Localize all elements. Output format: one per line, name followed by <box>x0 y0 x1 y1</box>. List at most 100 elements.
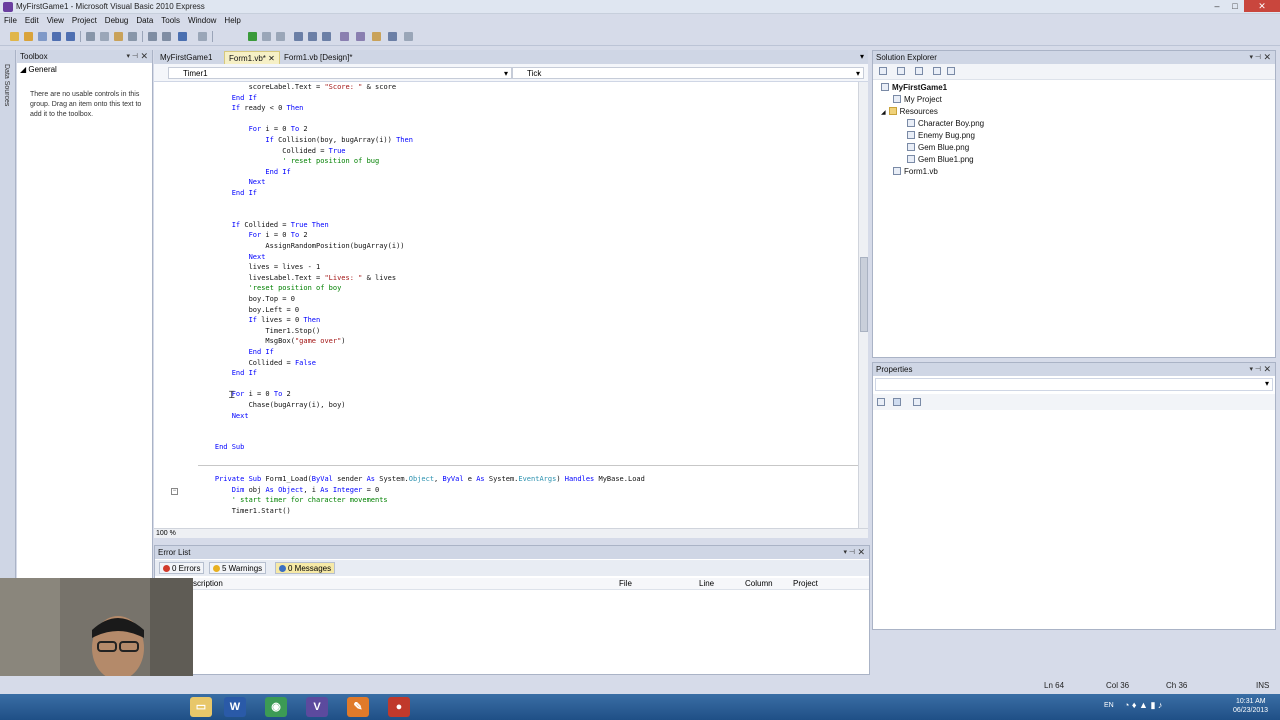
save-all-icon[interactable] <box>66 32 75 41</box>
code-line[interactable]: Timer1.Start() <box>198 506 291 517</box>
code-line[interactable]: If lives = 0 Then <box>198 315 321 326</box>
error-list-icon[interactable] <box>388 32 397 41</box>
menu-debug[interactable]: Debug <box>101 14 133 27</box>
code-editor[interactable]: scoreLabel.Text = "Score: " & score End … <box>154 82 858 528</box>
properties-object-combo[interactable]: ▾ <box>875 378 1273 391</box>
property-pages-icon[interactable] <box>913 398 921 406</box>
refresh-icon[interactable] <box>915 67 923 75</box>
code-line[interactable]: Next <box>198 252 266 263</box>
menu-help[interactable]: Help <box>220 14 244 27</box>
code-line[interactable]: For i = 0 To 2 <box>198 124 308 135</box>
explorer-icon[interactable]: ▭ <box>190 697 212 717</box>
code-line[interactable]: livesLabel.Text = "Lives: " & lives <box>198 273 397 284</box>
menu-file[interactable]: File <box>0 14 21 27</box>
code-line[interactable]: End Sub <box>198 442 245 453</box>
code-line[interactable]: For i = 0 To 2 <box>198 230 308 241</box>
errors-filter-button[interactable]: 0 Errors <box>159 562 205 574</box>
minimize-button[interactable]: – <box>1208 0 1226 12</box>
menu-edit[interactable]: Edit <box>21 14 43 27</box>
code-line[interactable]: boy.Left = 0 <box>198 305 300 316</box>
column-line[interactable]: Line <box>699 579 714 588</box>
word-icon[interactable]: W <box>224 697 246 717</box>
toolbox-group-general[interactable]: ◢ General <box>20 65 57 74</box>
code-line[interactable]: Collided = False <box>198 358 316 369</box>
tab-form1-design[interactable]: Form1.vb [Design]* <box>280 51 356 64</box>
code-line[interactable]: Collided = True <box>198 146 345 157</box>
alphabetical-icon[interactable] <box>893 398 901 406</box>
menu-window[interactable]: Window <box>184 14 220 27</box>
add-item-icon[interactable] <box>38 32 47 41</box>
open-file-icon[interactable] <box>24 32 33 41</box>
code-line[interactable]: For i = 0 To 2 <box>198 389 291 400</box>
member-combo[interactable]: Tick ▾ <box>512 67 864 79</box>
uncomment-icon[interactable] <box>162 32 171 41</box>
menu-data[interactable]: Data <box>132 14 157 27</box>
scrollbar-thumb[interactable] <box>860 257 868 332</box>
warnings-filter-button[interactable]: 5 Warnings <box>209 562 267 574</box>
cut-icon[interactable] <box>86 32 95 41</box>
start-debugging-icon[interactable] <box>248 32 257 41</box>
code-line[interactable]: If ready < 0 Then <box>198 103 304 114</box>
stop-icon[interactable] <box>276 32 285 41</box>
code-line[interactable]: End If <box>198 93 257 104</box>
recorder-icon[interactable]: ● <box>388 697 410 717</box>
tab-dropdown-icon[interactable]: ▾ <box>860 52 864 61</box>
pin-icon[interactable]: ▾ ⊣ <box>126 52 138 60</box>
save-icon[interactable] <box>52 32 61 41</box>
pin-icon[interactable]: ▾ ⊣ <box>1249 53 1261 61</box>
code-line[interactable]: Next <box>198 411 249 422</box>
maximize-button[interactable]: □ <box>1226 0 1244 12</box>
close-button[interactable]: ✕ <box>1244 0 1280 12</box>
code-line[interactable]: End If <box>198 188 257 199</box>
column-file[interactable]: File <box>619 579 632 588</box>
code-line[interactable]: AssignRandomPosition(bugArray(i)) <box>198 241 404 252</box>
pause-icon[interactable] <box>262 32 271 41</box>
close-icon[interactable]: ✕ <box>1263 52 1271 63</box>
menu-tools[interactable]: Tools <box>157 14 184 27</box>
visual-basic-icon[interactable]: V <box>306 697 328 717</box>
menu-view[interactable]: View <box>43 14 68 27</box>
collapse-icon[interactable]: − <box>171 488 178 495</box>
clock-time[interactable]: 10:31 AM <box>1236 698 1266 705</box>
tab-myfirstgame1[interactable]: MyFirstGame1 <box>156 51 216 64</box>
zoom-level[interactable]: 100 % <box>156 530 176 537</box>
tree-item-resources[interactable]: ◢ Resources <box>881 107 938 116</box>
options-icon[interactable] <box>404 32 413 41</box>
editor-horizontal-scrollbar[interactable]: 100 % <box>154 528 868 538</box>
paste-icon[interactable] <box>114 32 123 41</box>
copy-icon[interactable] <box>100 32 109 41</box>
code-line[interactable]: boy.Top = 0 <box>198 294 295 305</box>
code-line[interactable]: ' reset position of bug <box>198 156 379 167</box>
tree-item-character-boy[interactable]: Character Boy.png <box>907 119 984 128</box>
code-line[interactable]: scoreLabel.Text = "Score: " & score <box>198 82 397 93</box>
code-line[interactable]: End If <box>198 167 290 178</box>
solution-explorer-icon[interactable] <box>340 32 349 41</box>
show-all-files-icon[interactable] <box>897 67 905 75</box>
tray-icons[interactable]: ◔ ♦ ▲ ▮ ♪ <box>1124 700 1162 711</box>
step-out-icon[interactable] <box>322 32 331 41</box>
menu-project[interactable]: Project <box>68 14 101 27</box>
code-line[interactable]: lives = lives - 1 <box>198 262 321 273</box>
pin-icon[interactable]: ▾ ⊣ <box>1249 365 1261 373</box>
clock-date[interactable]: 06/23/2013 <box>1233 707 1268 714</box>
pin-icon[interactable]: ▾ ⊣ <box>843 548 855 556</box>
redo-icon[interactable] <box>198 32 207 41</box>
object-combo[interactable]: Timer1 ▾ <box>168 67 512 79</box>
data-sources-tab[interactable]: Data Sources <box>0 50 16 578</box>
messages-filter-button[interactable]: 0 Messages <box>275 562 336 574</box>
tree-project-root[interactable]: MyFirstGame1 <box>881 83 947 92</box>
code-line[interactable]: Timer1.Stop() <box>198 326 320 337</box>
column-column[interactable]: Column <box>745 579 773 588</box>
column-project[interactable]: Project <box>793 579 818 588</box>
expand-arrow-icon[interactable]: ◢ <box>881 110 886 116</box>
view-code-icon[interactable] <box>933 67 941 75</box>
tab-form1-code[interactable]: Form1.vb* ✕ <box>224 51 280 64</box>
close-icon[interactable]: ✕ <box>1263 364 1271 375</box>
tree-item-enemy-bug[interactable]: Enemy Bug.png <box>907 131 975 140</box>
code-line[interactable]: Dim obj As Object, i As Integer = 0 <box>198 485 380 496</box>
properties-icon[interactable] <box>879 67 887 75</box>
code-line[interactable]: If Collided = True Then <box>198 220 329 231</box>
step-over-icon[interactable] <box>308 32 317 41</box>
tree-item-my-project[interactable]: My Project <box>893 95 942 104</box>
tree-item-gem-blue[interactable]: Gem Blue.png <box>907 143 969 152</box>
